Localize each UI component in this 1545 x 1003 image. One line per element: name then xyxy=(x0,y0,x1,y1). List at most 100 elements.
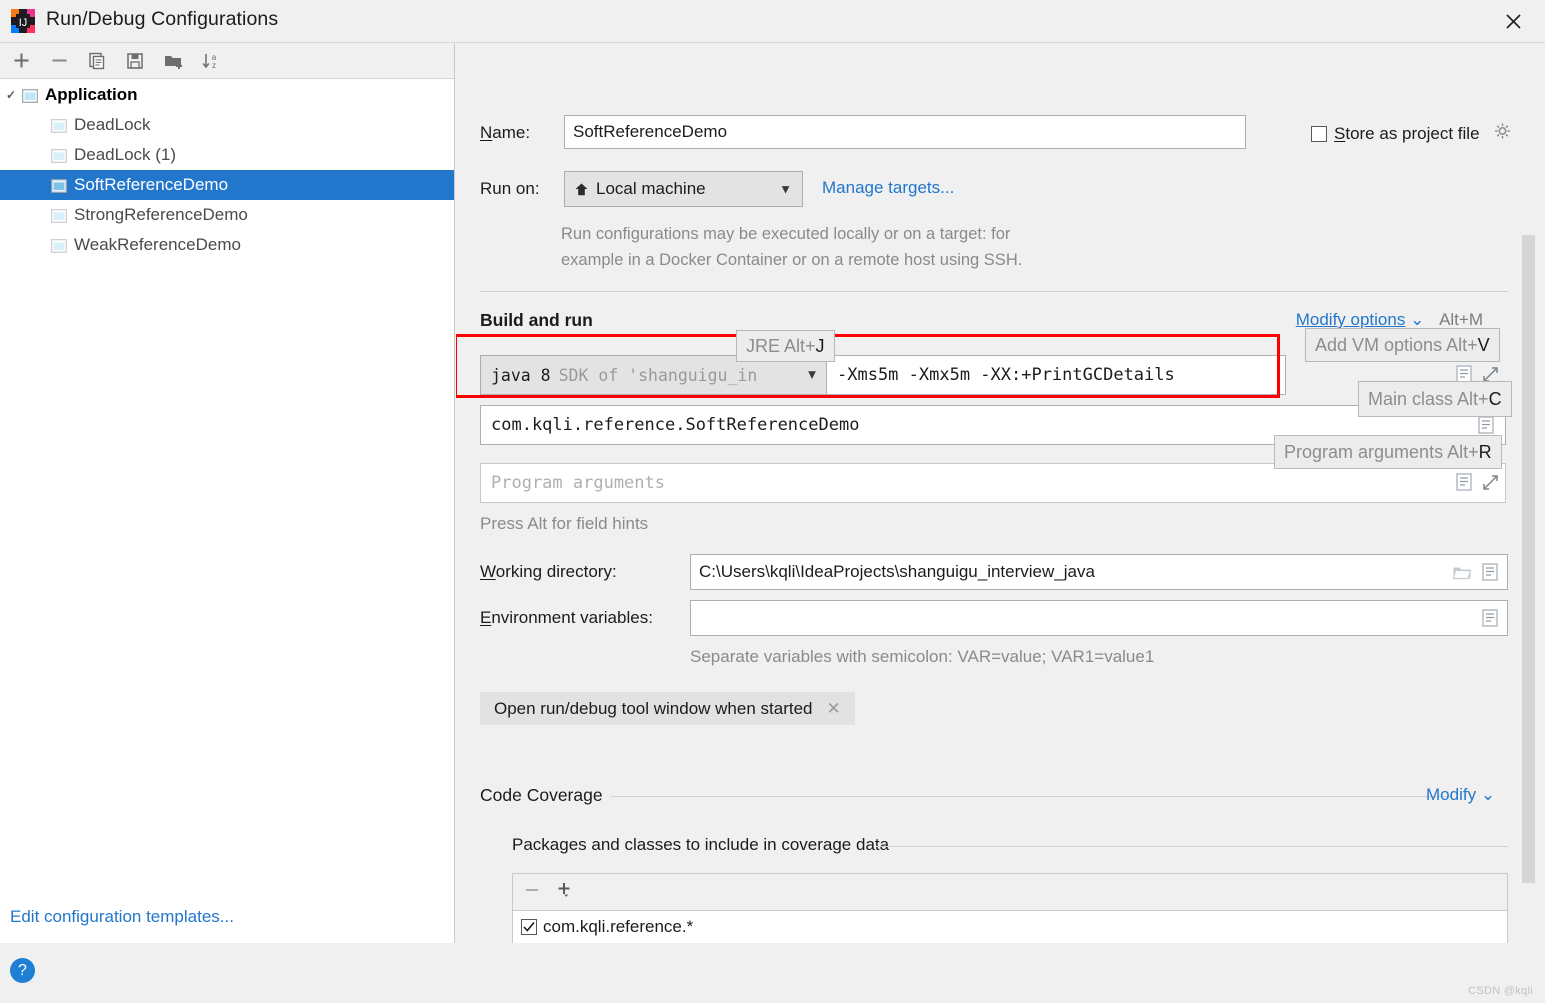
manage-targets-link[interactable]: Manage targets... xyxy=(822,178,954,198)
copy-configuration-button[interactable] xyxy=(78,44,116,78)
run-on-select[interactable]: Local machine ▼ xyxy=(564,171,803,207)
code-coverage-modify-label: Modify xyxy=(1426,785,1477,804)
modify-options-link[interactable]: Modify options ⌄ Alt+M xyxy=(1296,310,1483,330)
build-and-run-title: Build and run xyxy=(480,310,593,330)
environment-variables-hint: Separate variables with semicolon: VAR=v… xyxy=(690,647,1155,666)
open-tool-window-label: Open run/debug tool window when started xyxy=(494,698,813,718)
expand-field-icon[interactable] xyxy=(1482,474,1499,496)
edit-configuration-templates-link[interactable]: Edit configuration templates... xyxy=(10,907,234,927)
coverage-packages-panel: com.kqli.reference.* xyxy=(512,873,1508,943)
document-list-icon[interactable] xyxy=(1482,609,1498,632)
name-input[interactable]: SoftReferenceDemo xyxy=(564,115,1246,149)
name-label: Name: xyxy=(480,123,531,142)
tree-item-label: WeakReferenceDemo xyxy=(74,235,241,254)
run-debug-configurations-dialog: IJ Run/Debug Configurations a z ✓ Applic… xyxy=(0,0,1545,1003)
tree-item-label: StrongReferenceDemo xyxy=(74,205,248,224)
jre-sdk-description: SDK of 'shanguigu_in xyxy=(558,365,758,385)
configuration-detail-pane: Name: SoftReferenceDemo Store as project… xyxy=(456,42,1545,943)
tooltip-jre: JRE Alt+ J xyxy=(736,330,835,362)
application-icon xyxy=(51,178,67,193)
folder-browse-icon[interactable] xyxy=(1452,564,1472,586)
checkbox-box[interactable] xyxy=(1311,126,1327,142)
sidebar-item-softreferencedemo[interactable]: SoftReferenceDemo xyxy=(0,170,454,200)
watermark: CSDN @kqli xyxy=(1468,985,1533,997)
save-configuration-button[interactable] xyxy=(116,44,154,78)
tree-item-label: Application xyxy=(45,85,138,104)
chevron-down-icon[interactable]: ▼ xyxy=(808,368,816,383)
code-coverage-modify-link[interactable]: Modify ⌄ xyxy=(1426,785,1495,805)
run-on-value: Local machine xyxy=(596,179,706,198)
tooltip-add-vm-options-text: Add VM options Alt+ xyxy=(1315,334,1478,355)
code-coverage-divider xyxy=(611,796,1451,797)
tooltip-add-vm-options-key: V xyxy=(1477,334,1490,355)
svg-text:IJ: IJ xyxy=(19,17,28,29)
remove-configuration-button[interactable] xyxy=(40,44,78,78)
application-icon xyxy=(51,238,67,253)
document-list-icon[interactable] xyxy=(1456,473,1472,496)
packages-divider xyxy=(876,846,1508,847)
gear-icon[interactable] xyxy=(1493,122,1512,146)
sidebar-toolbar: a z xyxy=(0,43,454,79)
run-on-help-line-2: example in a Docker Container or on a re… xyxy=(561,251,1023,269)
modify-options-shortcut: Alt+M xyxy=(1439,310,1483,329)
application-icon xyxy=(22,88,38,103)
tooltip-main-class-key: C xyxy=(1488,388,1502,409)
local-machine-icon xyxy=(574,182,589,197)
packages-section-title: Packages and classes to include in cover… xyxy=(512,835,900,855)
dialog-footer: ? OK Cancel Apply CSDN @kqli xyxy=(0,943,1545,1003)
vm-options-input[interactable]: -Xms5m -Xmx5m -XX:+PrintGCDetails xyxy=(826,355,1286,395)
working-directory-input[interactable]: C:\Users\kqli\IdeaProjects\shanguigu_int… xyxy=(690,554,1508,590)
working-directory-label: Working directory: xyxy=(480,562,617,581)
add-package-button[interactable] xyxy=(555,880,575,905)
tree-item-label: SoftReferenceDemo xyxy=(74,175,229,194)
configurations-tree[interactable]: ✓ Application DeadLock DeadLock (1) Soft… xyxy=(0,80,454,881)
run-on-help-text: Run configurations may be executed local… xyxy=(561,221,1181,273)
jre-value: java 8 xyxy=(491,365,551,385)
application-icon xyxy=(51,148,67,163)
sidebar-item-deadlock[interactable]: DeadLock xyxy=(0,110,454,140)
code-coverage-title: Code Coverage xyxy=(480,785,613,806)
environment-variables-label: Environment variables: xyxy=(480,608,653,627)
create-folder-button[interactable] xyxy=(154,44,192,78)
coverage-list-item[interactable]: com.kqli.reference.* xyxy=(513,911,1507,943)
application-icon xyxy=(51,118,67,133)
svg-text:z: z xyxy=(212,61,216,70)
chevron-down-icon[interactable]: ✓ xyxy=(0,88,22,102)
run-on-label: Run on: xyxy=(480,179,540,198)
close-icon[interactable] xyxy=(1481,0,1545,42)
run-on-help-line-1: Run configurations may be executed local… xyxy=(561,225,1011,243)
checkbox-box[interactable] xyxy=(521,919,537,935)
tree-item-label: DeadLock (1) xyxy=(74,145,177,164)
remove-package-button[interactable] xyxy=(523,881,541,904)
working-directory-actions xyxy=(1452,563,1498,586)
document-list-icon[interactable] xyxy=(1482,563,1498,586)
open-tool-window-chip[interactable]: Open run/debug tool window when started … xyxy=(480,692,855,725)
detail-pane-scrollbar[interactable] xyxy=(1522,235,1535,883)
sidebar-item-strongreferencedemo[interactable]: StrongReferenceDemo xyxy=(0,200,454,230)
title-bar: IJ Run/Debug Configurations xyxy=(0,0,1545,42)
field-hints-text: Press Alt for field hints xyxy=(480,514,649,533)
sidebar-item-deadlock-1[interactable]: DeadLock (1) xyxy=(0,140,454,170)
tooltip-jre-key: J xyxy=(815,335,825,356)
chevron-down-icon: ⌄ xyxy=(1480,785,1496,804)
window-title: Run/Debug Configurations xyxy=(46,8,279,30)
section-divider xyxy=(480,291,1508,292)
sort-configurations-button[interactable]: a z xyxy=(192,44,230,78)
program-arguments-input[interactable]: Program arguments xyxy=(480,463,1506,503)
tooltip-program-arguments: Program arguments Alt+ R xyxy=(1274,435,1502,469)
coverage-item-label: com.kqli.reference.* xyxy=(543,917,694,936)
environment-variables-input[interactable] xyxy=(690,600,1508,636)
intellij-idea-icon: IJ xyxy=(10,8,36,34)
sidebar-item-weakreferencedemo[interactable]: WeakReferenceDemo xyxy=(0,230,454,260)
tooltip-program-arguments-text: Program arguments Alt+ xyxy=(1284,441,1479,462)
chevron-down-icon: ⌄ xyxy=(1410,310,1425,329)
help-icon[interactable]: ? xyxy=(10,958,35,983)
store-as-project-file-checkbox[interactable]: Store as project file xyxy=(1311,122,1512,146)
coverage-toolbar xyxy=(513,874,1507,911)
add-configuration-button[interactable] xyxy=(2,44,40,78)
chevron-down-icon[interactable]: ▼ xyxy=(779,182,792,197)
close-small-icon[interactable]: ✕ xyxy=(826,699,840,719)
tooltip-main-class-text: Main class Alt+ xyxy=(1368,388,1489,409)
tree-group-application[interactable]: ✓ Application xyxy=(0,80,454,110)
application-icon xyxy=(51,208,67,223)
